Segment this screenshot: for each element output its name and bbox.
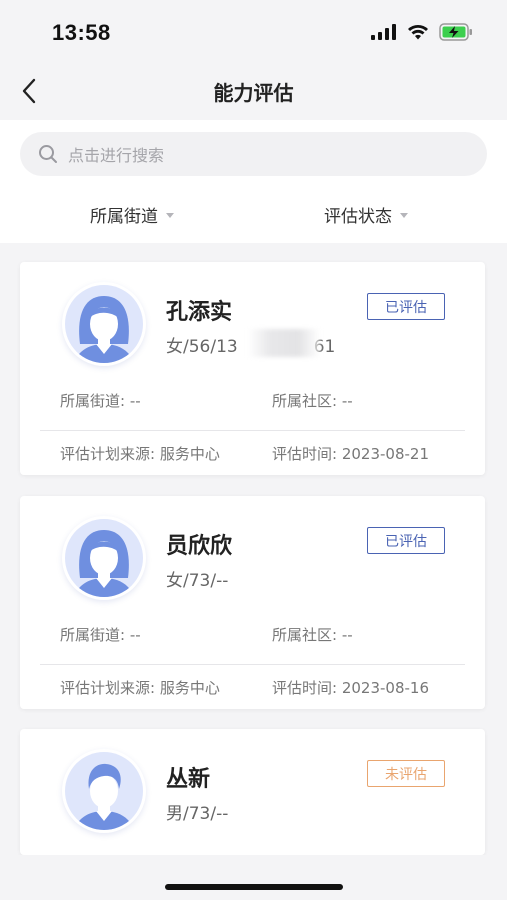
person-name: 丛新	[166, 767, 211, 792]
status-bar: 13:58	[0, 0, 507, 62]
community-label: 所属社区: --	[272, 392, 353, 410]
wifi-icon	[408, 25, 428, 40]
status-badge: 已评估	[367, 293, 445, 320]
filter-status-label: 评估状态	[324, 207, 392, 227]
search-placeholder: 点击进行搜索	[68, 146, 165, 165]
battery-charging-icon	[439, 23, 472, 41]
search-area: 点击进行搜索 所属街道 评估状态	[0, 120, 507, 243]
male-avatar-icon	[62, 749, 146, 833]
person-info-prefix: 女/56/13	[166, 337, 238, 357]
filter-status[interactable]: 评估状态	[324, 202, 408, 227]
source-label: 评估计划来源: 服务中心	[60, 445, 220, 463]
privacy-blur	[248, 329, 320, 357]
assessment-time: 评估时间: 2023-08-21	[272, 445, 429, 463]
filter-street[interactable]: 所属街道	[90, 202, 174, 227]
caret-down-icon	[166, 213, 174, 218]
person-name: 员欣欣	[166, 534, 233, 559]
person-name: 孔添实	[166, 300, 233, 325]
page-title: 能力评估	[213, 81, 294, 105]
filter-street-label: 所属街道	[90, 207, 158, 227]
street-label: 所属街道: --	[60, 626, 141, 644]
source-label: 评估计划来源: 服务中心	[60, 679, 220, 697]
street-label: 所属街道: --	[60, 392, 141, 410]
divider	[40, 664, 465, 665]
female-avatar-icon	[62, 516, 146, 600]
divider	[40, 430, 465, 431]
status-badge: 已评估	[367, 527, 445, 554]
status-time: 13:58	[52, 20, 111, 45]
female-avatar-icon	[62, 282, 146, 366]
assessment-card[interactable]: 孔添实 女/56/13 61 已评估 所属街道: -- 所属社区: -- 评估计划…	[20, 262, 485, 475]
community-label: 所属社区: --	[272, 626, 353, 644]
assessment-card[interactable]: 丛新 男/73/-- 未评估	[20, 729, 485, 855]
status-icons	[371, 23, 473, 41]
caret-down-icon	[400, 213, 408, 218]
search-icon	[39, 145, 57, 163]
status-badge: 未评估	[367, 760, 445, 787]
search-input[interactable]: 点击进行搜索	[20, 132, 487, 176]
signal-icon	[371, 24, 396, 40]
home-indicator[interactable]	[165, 884, 343, 890]
nav-bar: 能力评估	[0, 62, 507, 120]
bottom-bar	[0, 855, 507, 900]
assessment-time: 评估时间: 2023-08-16	[272, 679, 429, 697]
person-info: 男/73/--	[166, 804, 229, 824]
person-info: 女/73/--	[166, 571, 229, 591]
assessment-card[interactable]: 员欣欣 女/73/-- 已评估 所属街道: -- 所属社区: -- 评估计划来源…	[20, 496, 485, 709]
